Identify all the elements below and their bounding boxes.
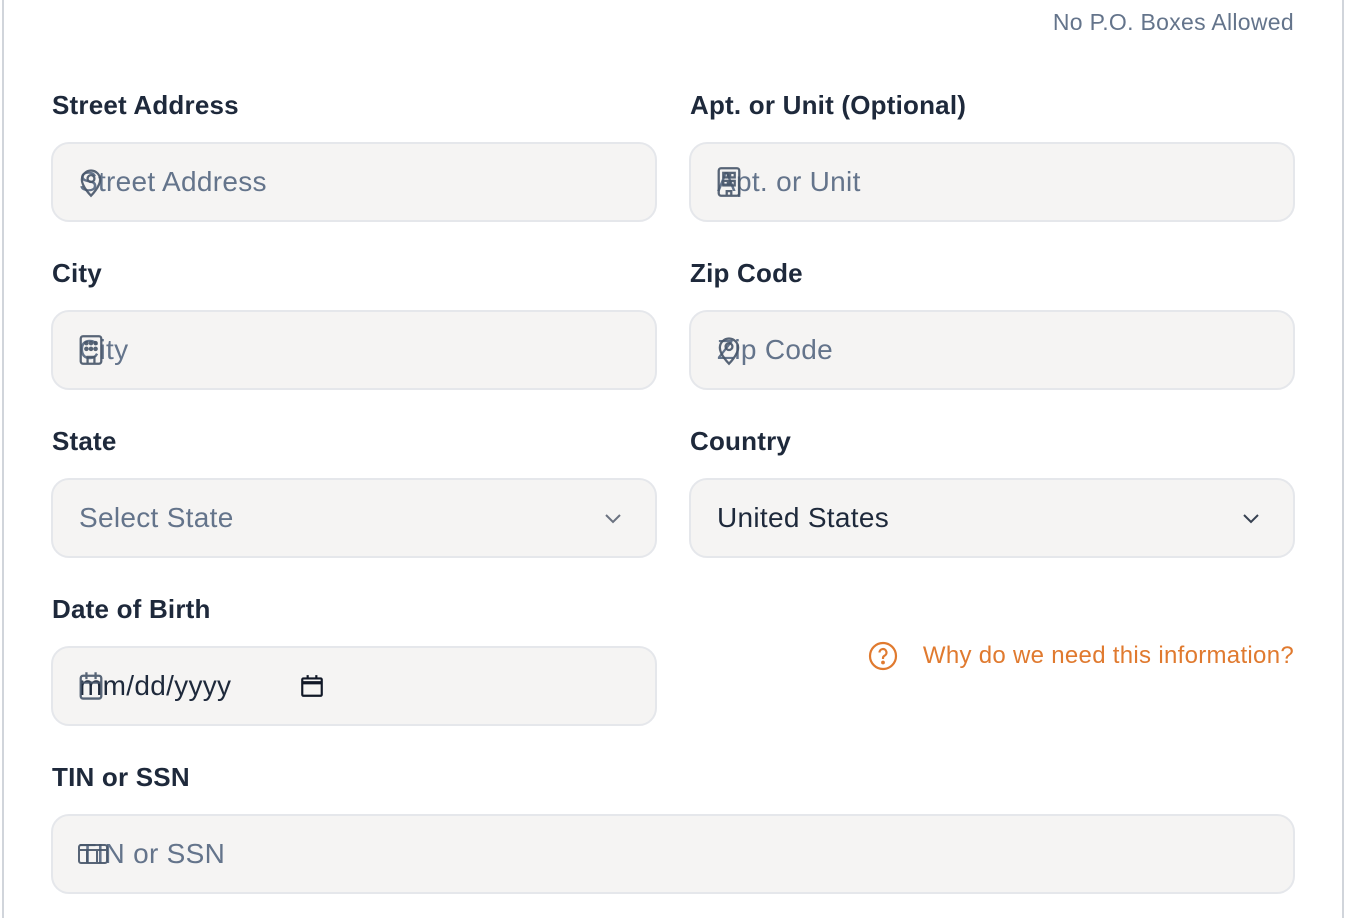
street-address-label: Street Address <box>52 90 239 120</box>
question-circle-icon <box>868 641 897 671</box>
map-pin-icon <box>715 334 743 366</box>
chevron-down-icon <box>1243 514 1259 524</box>
po-box-note: No P.O. Boxes Allowed <box>1052 9 1294 35</box>
city-label: City <box>52 258 102 288</box>
apt-unit-input[interactable]: Apt. or Unit <box>689 142 1295 222</box>
date-of-birth-input[interactable]: mm/dd/yyyy <box>51 646 657 726</box>
zip-code-label: Zip Code <box>690 258 803 288</box>
tin-ssn-label: TIN or SSN <box>52 762 190 792</box>
address-form-card <box>2 0 1344 918</box>
apt-unit-label: Apt. or Unit (Optional) <box>690 90 967 120</box>
zip-code-input[interactable]: Zip Code <box>689 310 1295 390</box>
state-placeholder: Select State <box>79 502 234 533</box>
state-label: State <box>52 426 117 456</box>
street-address-input[interactable]: Street Address <box>51 142 657 222</box>
chevron-down-icon <box>605 514 621 524</box>
country-label: Country <box>690 426 792 456</box>
id-card-icon <box>77 838 109 870</box>
why-info-link[interactable]: Why do we need this information? <box>867 640 1294 672</box>
country-select[interactable]: United States <box>689 478 1295 558</box>
calendar-icon <box>77 670 105 702</box>
state-select[interactable]: Select State <box>51 478 657 558</box>
why-info-text: Why do we need this information? <box>922 642 1294 669</box>
date-of-birth-label: Date of Birth <box>52 594 211 624</box>
tin-ssn-input[interactable]: TIN or SSN <box>51 814 1295 894</box>
calendar-picker-icon[interactable] <box>299 673 325 699</box>
city-building-icon <box>77 334 105 366</box>
city-input[interactable]: City <box>51 310 657 390</box>
map-pin-icon <box>77 166 105 198</box>
street-address-placeholder: Street Address <box>79 166 267 197</box>
building-icon <box>715 166 743 198</box>
country-value: United States <box>717 502 889 533</box>
